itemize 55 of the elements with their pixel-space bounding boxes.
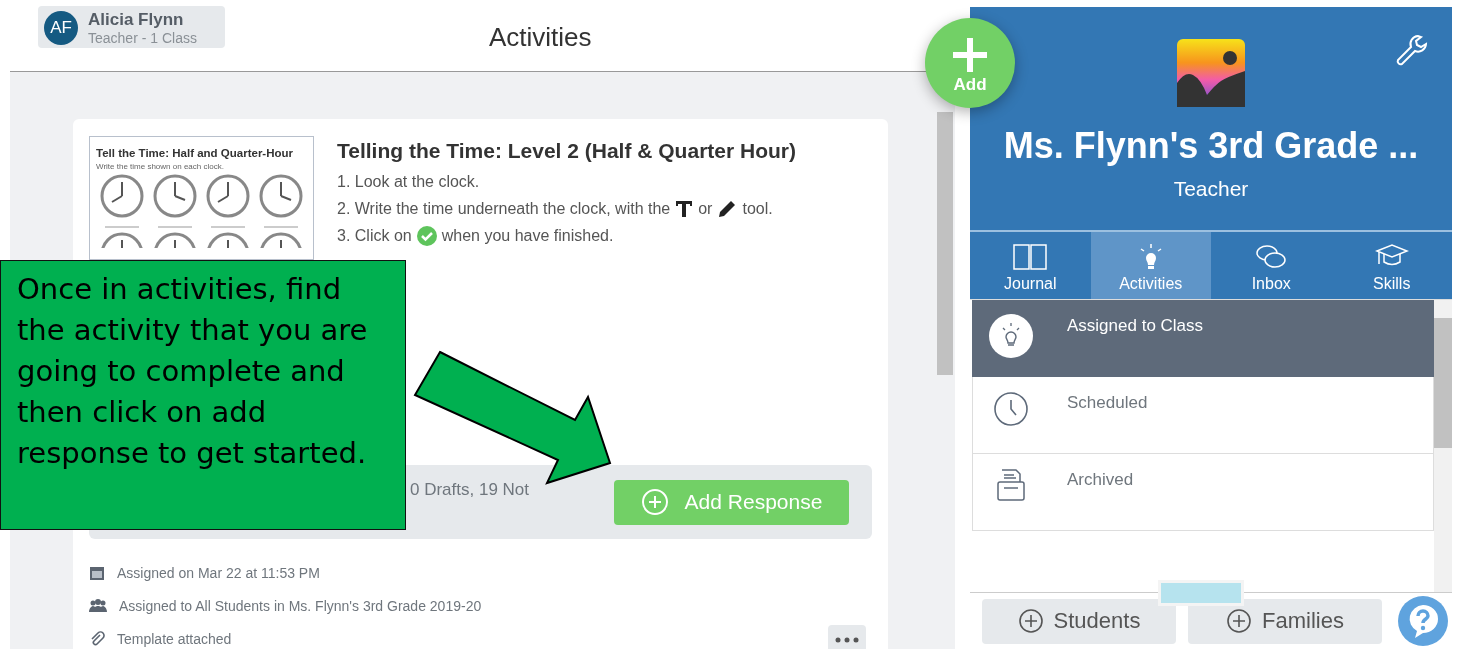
folder-item[interactable]: Scheduled: [972, 377, 1434, 454]
calendar-icon: [89, 564, 105, 581]
add-people-button[interactable]: Families: [1188, 598, 1382, 644]
text-tool-icon: [675, 198, 694, 219]
step-text: tool.: [742, 199, 773, 218]
check-icon: [416, 225, 437, 246]
clock-drawing: [205, 174, 250, 218]
archive-box-icon: [996, 468, 1026, 502]
clock-icon: [993, 391, 1029, 427]
avatar-initials: AF: [44, 10, 78, 45]
user-name: Alicia Flynn: [88, 9, 185, 30]
class-logo-icon: [1177, 39, 1245, 107]
clock-drawing: [100, 232, 145, 248]
pencil-icon: [717, 198, 738, 219]
nav-tab[interactable]: Activities: [1090, 232, 1211, 299]
clock-drawing: [153, 174, 198, 218]
plus-circle-icon: [1226, 608, 1253, 634]
help-button[interactable]: [1398, 596, 1448, 646]
plus-circle-icon: [1017, 608, 1044, 634]
add-people-button[interactable]: Students: [982, 598, 1176, 644]
clock-drawing: [258, 174, 303, 218]
meta-text: Assigned on Mar 22 at 11:53 PM: [117, 564, 320, 581]
chat-bubbles-icon: [1255, 243, 1288, 271]
book-icon: [1013, 243, 1048, 271]
clock-drawing: [153, 232, 198, 248]
folder-item[interactable]: Assigned to Class: [972, 300, 1434, 377]
clock-drawing: [205, 232, 250, 248]
people-icon: [89, 597, 107, 614]
step-text: 2. Write the time underneath the clock, with the: [337, 199, 671, 218]
step-text: or: [698, 199, 713, 218]
activity-title: Telling the Time: Level 2 (Half & Quarter Hour): [337, 139, 796, 163]
lightbulb-icon: [989, 314, 1033, 358]
status-text: 0 Drafts, 19 Not: [410, 480, 530, 500]
meta-text: Template attached: [117, 630, 232, 647]
instruction-callout: Once in activities, find the activity that you are going to complete and then click on add response to get started.: [0, 260, 406, 530]
clock-drawing: [258, 232, 303, 248]
meta-text: Assigned to All Students in Ms. Flynn's 3rd Grade 2019-20: [119, 597, 482, 614]
plus-icon: [950, 35, 990, 75]
folder-item[interactable]: Archived: [972, 454, 1434, 531]
page-title: Activities: [489, 22, 592, 53]
user-role: Teacher - 1 Class: [88, 29, 197, 46]
clock-drawing: [100, 174, 145, 218]
worksheet-title: Tell the Time: Half and Quarter-Hour: [96, 147, 295, 159]
scrollbar[interactable]: [1434, 300, 1452, 592]
step-text: 1. Look at the clock.: [337, 172, 480, 191]
step-text: when you have finished.: [441, 226, 614, 245]
plus-circle-icon: [640, 488, 669, 516]
paperclip-icon: [89, 630, 105, 647]
class-name: Ms. Flynn's 3rd Grade ...: [1003, 125, 1419, 167]
step-text: 3. Click on: [337, 226, 412, 245]
class-role: Teacher: [1173, 177, 1249, 201]
more-icon: [835, 637, 859, 643]
more-options-button[interactable]: [828, 625, 866, 649]
worksheet-instruction: Write the time shown on each clock.: [96, 162, 225, 171]
scrollbar-thumb[interactable]: [937, 112, 953, 375]
